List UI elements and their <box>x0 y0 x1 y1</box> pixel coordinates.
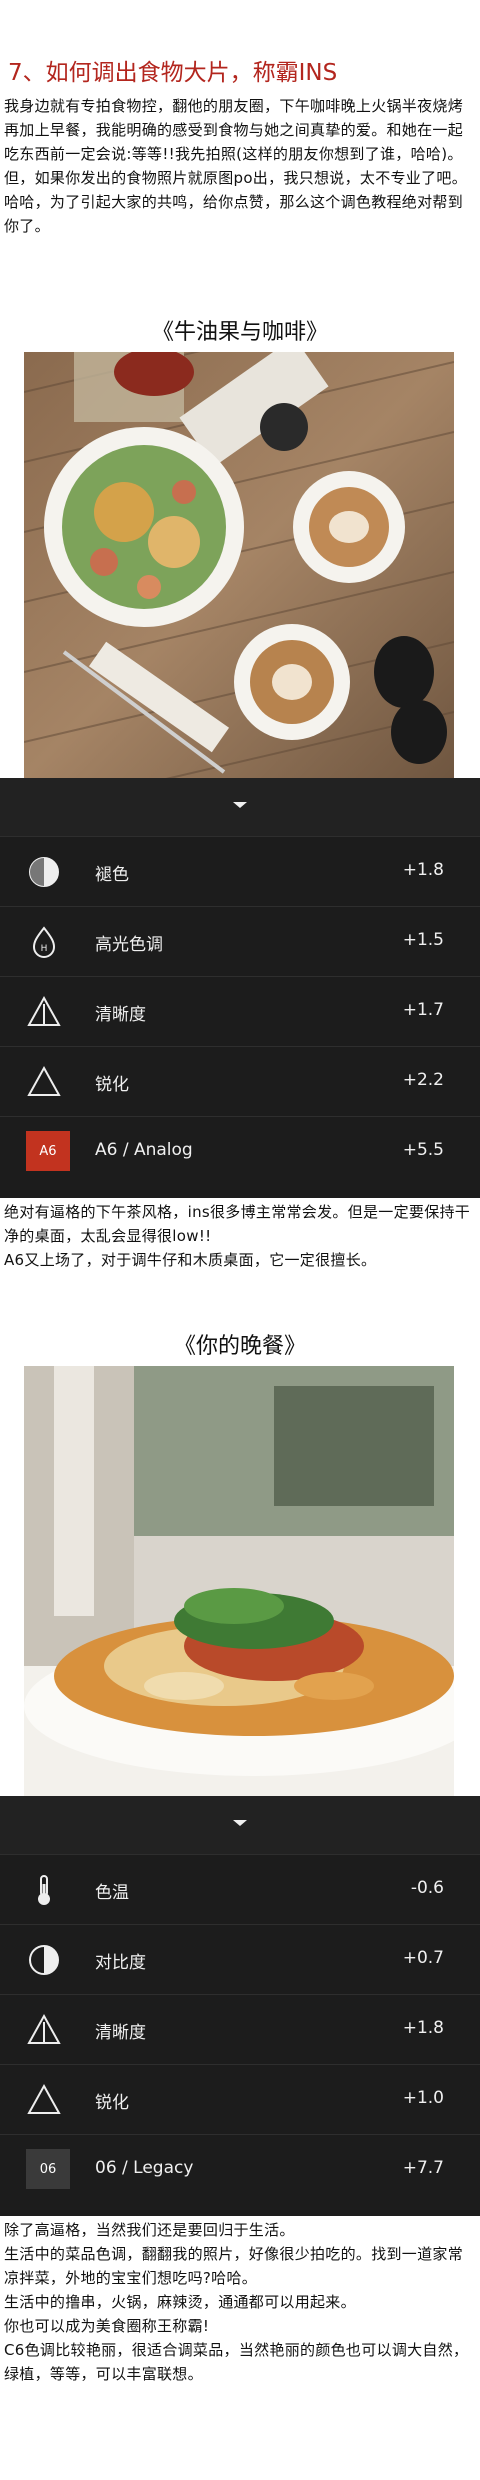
adjustment-row-highlight-tint[interactable]: H 高光色调 +1.5 <box>0 906 480 977</box>
fade-icon <box>29 857 59 887</box>
sharpen-icon <box>27 1065 61 1096</box>
chevron-down-icon <box>233 802 247 808</box>
adjustment-value: +1.5 <box>402 930 444 950</box>
sharpen-icon <box>27 2083 61 2114</box>
preset-label: 06 / Legacy <box>95 2158 194 2178</box>
collapse-panel-button[interactable] <box>0 778 480 836</box>
adjustment-row-contrast[interactable]: 对比度 +0.7 <box>0 1924 480 1995</box>
preset-value: +5.5 <box>402 1140 444 1160</box>
adjustment-label: 清晰度 <box>95 2023 146 2043</box>
adjustment-value: -0.6 <box>410 1878 444 1898</box>
adjustment-value: +2.2 <box>402 1070 444 1090</box>
highlight-tint-icon: H <box>32 926 56 958</box>
clarity-icon <box>27 2013 61 2044</box>
chevron-down-icon <box>233 1820 247 1826</box>
recipe2-description: 除了高逼格，当然我们还是要回归于生活。 生活中的菜品色调，翻翻我的照片，好像很少… <box>4 2218 476 2386</box>
adjustment-row-sharpen[interactable]: 锐化 +1.0 <box>0 2064 480 2135</box>
adjustment-value: +1.0 <box>402 2088 444 2108</box>
adjustment-row-fade[interactable]: 褪色 +1.8 <box>0 836 480 907</box>
adjustment-label: 高光色调 <box>95 935 163 955</box>
recipe-caption: 《你的晚餐》 <box>173 1334 306 1359</box>
intro-paragraph: 但，如果你发出的食物照片就原图po出，我只想说，太不专业了吧。哈哈，为了引起大家… <box>4 169 468 235</box>
preset-row-a6[interactable]: A6 A6 / Analog +5.5 <box>0 1116 480 1187</box>
description-paragraph: A6又上场了，对于调牛仔和木质桌面，它一定很擅长。 <box>4 1251 377 1269</box>
food-photo-dinner <box>24 1366 454 1796</box>
description-paragraph: 你也可以成为美食圈称王称霸! <box>4 2317 210 2335</box>
edit-panel-recipe1: 褪色 +1.8 H 高光色调 +1.5 清晰度 +1.7 锐化 +2.2 A6 … <box>0 778 480 1198</box>
food-photo-illustration <box>24 1366 454 1796</box>
adjustment-label: 褪色 <box>95 865 129 885</box>
recipe1-description: 绝对有逼格的下午茶风格，ins很多博主常常会发。但是一定要保持干净的桌面，太乱会… <box>4 1200 476 1272</box>
description-paragraph: 除了高逼格，当然我们还是要回归于生活。 <box>4 2221 295 2239</box>
preset-badge: 06 <box>26 2149 70 2189</box>
adjustment-row-temperature[interactable]: 色温 -0.6 <box>0 1854 480 1925</box>
adjustment-value: +0.7 <box>402 1948 444 1968</box>
description-paragraph: 生活中的撸串，火锅，麻辣烫，通通都可以用起来。 <box>4 2293 356 2311</box>
adjustment-row-sharpen[interactable]: 锐化 +2.2 <box>0 1046 480 1117</box>
svg-text:H: H <box>41 944 48 954</box>
intro-text: 我身边就有专拍食物控，翻他的朋友圈，下午咖啡晚上火锅半夜烧烤再加上早餐，我能明确… <box>4 94 476 238</box>
food-photo-illustration <box>24 352 454 778</box>
contrast-icon <box>29 1945 59 1975</box>
description-paragraph: 生活中的菜品色调，翻翻我的照片，好像很少拍吃的。找到一道家常凉拌菜，外地的宝宝们… <box>4 2245 464 2287</box>
adjustment-row-clarity[interactable]: 清晰度 +1.7 <box>0 976 480 1047</box>
clarity-icon <box>27 995 61 1026</box>
edit-panel-recipe2: 色温 -0.6 对比度 +0.7 清晰度 +1.8 锐化 +1.0 06 06 … <box>0 1796 480 2216</box>
adjustment-value: +1.8 <box>402 860 444 880</box>
adjustment-label: 清晰度 <box>95 1005 146 1025</box>
section-heading: 7、如何调出食物大片，称霸INS <box>8 60 338 86</box>
collapse-panel-button[interactable] <box>0 1796 480 1854</box>
recipe-caption: 《牛油果与咖啡》 <box>151 320 328 345</box>
description-paragraph: C6色调比较艳丽，很适合调菜品，当然艳丽的颜色也可以调大自然，绿植，等等，可以丰… <box>4 2341 469 2383</box>
preset-label: A6 / Analog <box>95 1140 193 1160</box>
adjustment-label: 色温 <box>95 1883 129 1903</box>
temperature-icon <box>38 1875 50 1905</box>
adjustment-label: 对比度 <box>95 1953 146 1973</box>
intro-paragraph: 我身边就有专拍食物控，翻他的朋友圈，下午咖啡晚上火锅半夜烧烤再加上早餐，我能明确… <box>4 97 464 163</box>
adjustment-row-clarity[interactable]: 清晰度 +1.8 <box>0 1994 480 2065</box>
adjustment-value: +1.8 <box>402 2018 444 2038</box>
preset-badge: A6 <box>26 1131 70 1171</box>
adjustment-value: +1.7 <box>402 1000 444 1020</box>
preset-value: +7.7 <box>402 2158 444 2178</box>
description-paragraph: 绝对有逼格的下午茶风格，ins很多博主常常会发。但是一定要保持干净的桌面，太乱会… <box>4 1203 471 1245</box>
food-photo-avocado-coffee <box>24 352 454 778</box>
adjustment-label: 锐化 <box>95 1075 129 1095</box>
adjustment-label: 锐化 <box>95 2093 129 2113</box>
preset-row-06[interactable]: 06 06 / Legacy +7.7 <box>0 2134 480 2205</box>
